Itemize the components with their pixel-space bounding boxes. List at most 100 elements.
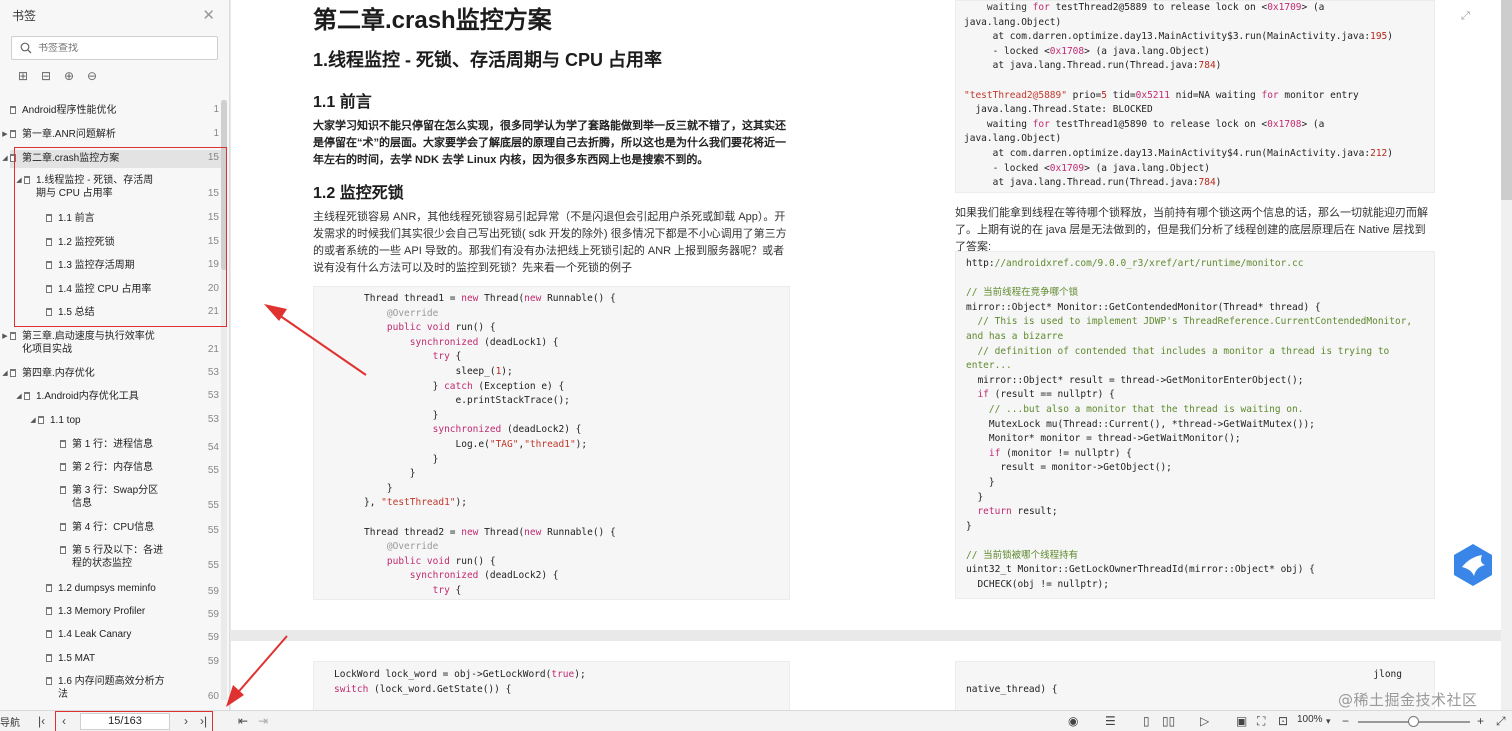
zoom-slider[interactable]	[1358, 716, 1470, 727]
watermark: @稀土掘金技术社区	[1338, 691, 1478, 709]
page-icon	[46, 630, 52, 638]
page-icon	[24, 176, 30, 184]
toc-item[interactable]: ◢ 1.Android内存优化工具 53	[16, 390, 221, 403]
toc-item[interactable]: 1.1 前言 15	[46, 212, 221, 225]
search-icon	[20, 42, 32, 54]
toc-item[interactable]: 1.3 Memory Profiler 59	[46, 605, 221, 620]
page-indicator[interactable]: 15/163	[80, 713, 170, 730]
toc-item[interactable]: 第 3 行：Swap分区信息 55	[60, 484, 221, 511]
first-page-button[interactable]: |‹	[38, 713, 45, 729]
document-view[interactable]: 第二章.crash监控方案 1.线程监控 - 死锁、存活周期与 CPU 占用率 …	[231, 0, 1512, 710]
continuous-view-icon[interactable]: ☰	[1105, 713, 1116, 729]
collapse-arrow-icon[interactable]: ◢	[14, 176, 24, 184]
fit-width-icon[interactable]: ⊡	[1278, 713, 1288, 729]
code-block-lockword: LockWord lock_word = obj->GetLockWord(tr…	[313, 661, 790, 710]
single-page-icon[interactable]: ▯	[1143, 713, 1150, 729]
next-page-button[interactable]: ›	[184, 713, 188, 729]
zoom-slider-knob[interactable]	[1408, 716, 1419, 727]
play-icon[interactable]: ▷	[1200, 713, 1209, 729]
intro-paragraph: 大家学习知识不能只停留在怎么实现，很多同学认为学了套路能做到举一反三就不错了，这…	[313, 120, 786, 166]
expand-arrow-icon[interactable]: ▶	[0, 332, 10, 340]
delete-bookmark-icon[interactable]: ⊖	[85, 69, 99, 83]
page-icon	[46, 308, 52, 316]
toc-item[interactable]: 1.2 监控死锁 15	[46, 236, 221, 249]
chapter-title: 第二章.crash监控方案	[313, 7, 552, 34]
document-scroll-thumb[interactable]	[1501, 0, 1512, 200]
page-icon	[46, 261, 52, 269]
page-icon	[46, 285, 52, 293]
page-icon	[10, 130, 16, 138]
native-explanation-paragraph: 如果我们能拿到线程在等待哪个锁释放，当前持有哪个锁这两个信息的话，那么一切就能迎…	[955, 207, 1428, 253]
toc-item[interactable]: 第 2 行：内存信息 55	[60, 461, 221, 476]
toc-item[interactable]: 第 4 行：CPU信息 55	[60, 521, 221, 536]
zoom-level[interactable]: 100%	[1297, 714, 1323, 725]
toc-item[interactable]: 1.6 内存问题高效分析方法 60	[46, 675, 221, 702]
toc-item[interactable]: 第 5 行及以下：各进程的状态监控 55	[60, 544, 221, 571]
collapse-arrow-icon[interactable]: ◢	[14, 392, 24, 400]
sidebar-header: 书签 ✕	[0, 0, 229, 30]
collapse-arrow-icon[interactable]: ◢	[28, 416, 38, 424]
bookmark-toolbar: ⊞ ⊟ ⊕ ⊖	[0, 60, 229, 92]
expand-icon[interactable]: ⤢	[1461, 10, 1473, 22]
page-icon	[10, 106, 16, 114]
collapse-all-icon[interactable]: ⊟	[39, 69, 53, 83]
toc-item[interactable]: 1.4 监控 CPU 占用率 20	[46, 283, 221, 296]
nav-label: 导航	[0, 718, 20, 729]
document-page: 第二章.crash监控方案 1.线程监控 - 死锁、存活周期与 CPU 占用率 …	[231, 0, 1501, 630]
toc-item[interactable]: 1.2 dumpsys meminfo 59	[46, 582, 221, 597]
bookmark-sidebar: 书签 ✕ ⊞ ⊟ ⊕ ⊖ Android程序性能优化1 ▶第一章.ANR问题解析…	[0, 0, 230, 710]
toc-item[interactable]: Android程序性能优化 1	[10, 104, 221, 117]
two-page-icon[interactable]: ▯▯	[1162, 713, 1175, 729]
page-icon	[24, 392, 30, 400]
expand-arrow-icon[interactable]: ▶	[0, 130, 10, 138]
page-icon	[60, 463, 66, 471]
document-scrollbar[interactable]	[1501, 0, 1512, 710]
page-icon	[10, 369, 16, 377]
toc-item[interactable]: 第 1 行：进程信息 54	[60, 438, 221, 453]
actual-size-icon[interactable]: ▣	[1236, 713, 1247, 729]
forward-icon[interactable]: ⇥	[258, 713, 268, 729]
collapse-arrow-icon[interactable]: ◢	[0, 369, 10, 377]
toc-item[interactable]: 1.5 总结 21	[46, 306, 221, 319]
status-bar: 导航 |‹ ‹ 15/163 › ›| ⇤ ⇥ ◉ ☰ ▯ ▯▯ ▷ ▣ ⛶ ⊡…	[0, 710, 1512, 731]
page-icon	[46, 584, 52, 592]
last-page-button[interactable]: ›|	[200, 713, 207, 729]
toc-item[interactable]: 1.3 监控存活周期 19	[46, 259, 221, 272]
toc-item[interactable]: ◢ 1.1 top 53	[30, 414, 221, 427]
fit-page-icon[interactable]: ⛶	[1257, 713, 1265, 729]
page-icon	[46, 238, 52, 246]
toc-item[interactable]: 1.4 Leak Canary 59	[46, 628, 221, 643]
toc-item[interactable]: 1.5 MAT 59	[46, 652, 221, 667]
bookmark-search-input[interactable]	[38, 42, 208, 54]
page-icon	[60, 440, 66, 448]
toc-item[interactable]: ◢ 1.线程监控 - 死锁、存活周期与 CPU 占用率 15	[16, 174, 221, 200]
add-bookmark-icon[interactable]: ⊕	[62, 69, 76, 83]
sidebar-scroll-thumb[interactable]	[221, 100, 227, 270]
fullscreen-icon[interactable]: ⤢	[1496, 713, 1506, 729]
page-icon	[60, 523, 66, 531]
deadlock-paragraph: 主线程死锁容易 ANR，其他线程死锁容易引起异常（不是闪退但会引起用户杀死或卸载…	[313, 211, 787, 274]
subsection-title: 1.1 前言	[313, 94, 372, 111]
collapse-arrow-icon[interactable]: ◢	[0, 154, 10, 162]
page-icon	[46, 607, 52, 615]
toc-item[interactable]: ◢ 第四章.内存优化 53	[2, 367, 221, 380]
sidebar-title: 书签	[12, 8, 37, 23]
expand-all-icon[interactable]: ⊞	[16, 69, 30, 83]
sidebar-scrollbar[interactable]	[221, 100, 227, 700]
page-icon	[46, 677, 52, 685]
page-icon	[60, 486, 66, 494]
toc-item[interactable]: ▶ 第一章.ANR问题解析 1	[2, 128, 221, 141]
toc-item[interactable]: ▶ 第三章.启动速度与执行效率优化项目实战 21	[2, 330, 221, 356]
toc-item-selected[interactable]: ◢ 第二章.crash监控方案 15	[2, 150, 221, 168]
bookmark-search[interactable]	[11, 36, 218, 60]
eye-icon[interactable]: ◉	[1068, 713, 1078, 729]
back-icon[interactable]: ⇤	[238, 713, 248, 729]
close-icon[interactable]: ✕	[202, 6, 215, 24]
zoom-dropdown-icon[interactable]: ▾	[1326, 713, 1331, 729]
zoom-in-button[interactable]: +	[1477, 713, 1484, 729]
page-icon	[10, 332, 16, 340]
juejin-logo-icon[interactable]	[1452, 543, 1494, 587]
zoom-out-button[interactable]: −	[1342, 713, 1349, 729]
page-icon	[46, 214, 52, 222]
prev-page-button[interactable]: ‹	[62, 713, 66, 729]
